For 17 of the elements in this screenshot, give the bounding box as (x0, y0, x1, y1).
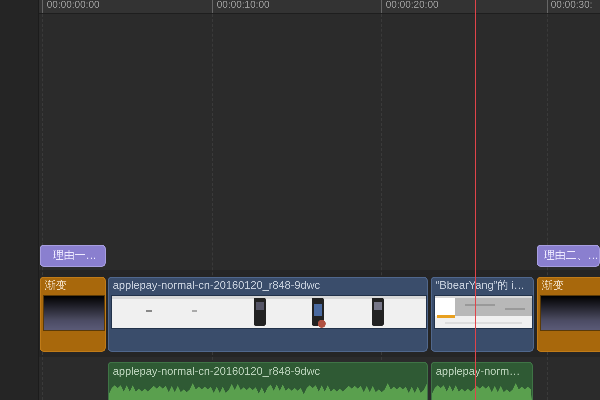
timecode-label: 00:00:00:00 (42, 0, 100, 13)
video-clip[interactable]: applepay-normal-cn-20160120_r848-9dwc (108, 277, 428, 352)
timecode-label: 00:00:10:00 (212, 0, 270, 13)
clip-label: applepay-normal-cn-20160120_r848-9dwc (112, 365, 322, 380)
transition-clip[interactable]: 渐变 (40, 277, 106, 352)
clip-label: applepay-normal-cn-20160120_r848-9dwc (112, 279, 322, 294)
clip-label: 理由二、… (543, 248, 599, 264)
clip-label: 渐变 (541, 278, 565, 294)
audio-clip[interactable]: applepay-normal-cn-20160120_r848-9dwc (108, 362, 428, 400)
clip-label: 渐变 (44, 278, 68, 294)
timeline-ruler[interactable]: 00:00:00:00 00:00:10:00 00:00:20:00 00:00:30: (39, 0, 600, 14)
transition-clip[interactable]: 渐变 (537, 277, 600, 352)
clip-label: 理由一… (52, 248, 98, 264)
title-clip[interactable]: 理由一… (40, 245, 106, 267)
title-clip[interactable]: 理由二、… (537, 245, 600, 267)
timecode-label: 00:00:30: (547, 0, 593, 13)
timecode-label: 00:00:20:00 (381, 0, 439, 13)
